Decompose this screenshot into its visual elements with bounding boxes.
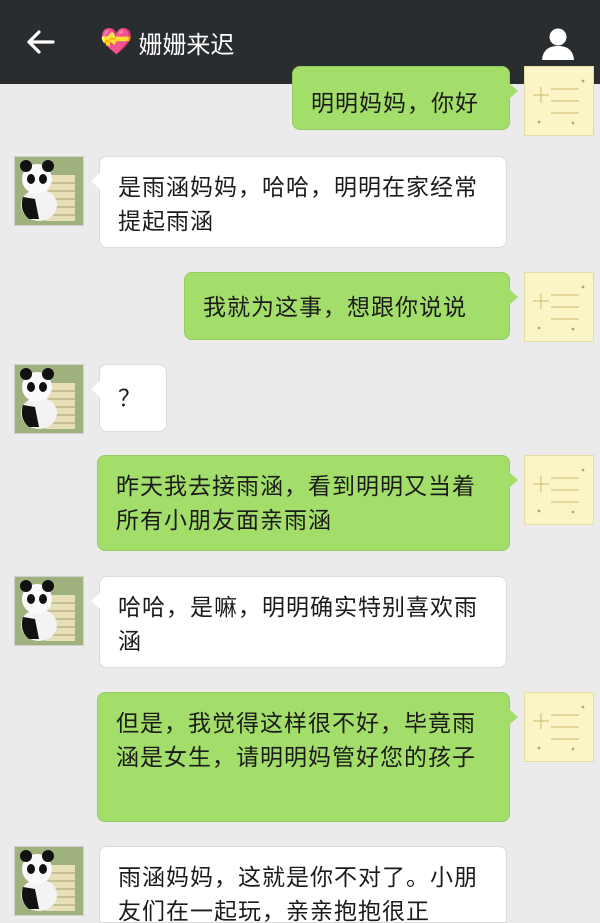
heart-gift-icon: 💝 xyxy=(100,27,133,57)
contact-avatar[interactable] xyxy=(14,364,84,434)
message-bubble-outgoing[interactable]: 但是，我觉得这样很不好，毕竟雨涵是女生，请明明妈管好您的孩子 xyxy=(97,692,518,822)
note-paper-avatar-image xyxy=(533,285,585,331)
panda-avatar-image xyxy=(20,368,75,429)
my-avatar[interactable] xyxy=(524,692,594,762)
chat-title-area: 💝 姗姗来迟 xyxy=(100,22,234,62)
note-paper-avatar-image xyxy=(533,705,585,751)
message-bubble-outgoing[interactable]: 我就为这事，想跟你说说 xyxy=(184,272,518,340)
panda-avatar-image xyxy=(20,850,75,911)
note-paper-avatar-image xyxy=(533,468,585,514)
message-bubble-incoming[interactable]: 雨涵妈妈，这就是你不对了。小朋友们在一起玩，亲亲抱抱很正 xyxy=(99,846,507,923)
contact-avatar[interactable] xyxy=(14,576,84,646)
panda-avatar-image xyxy=(20,580,75,641)
contact-avatar[interactable] xyxy=(14,156,84,226)
profile-icon[interactable] xyxy=(538,24,578,64)
my-avatar[interactable] xyxy=(524,66,594,136)
message-bubble-incoming[interactable]: ？ xyxy=(91,364,167,432)
my-avatar[interactable] xyxy=(524,455,594,525)
contact-avatar[interactable] xyxy=(14,846,84,916)
message-bubble-incoming[interactable]: 是雨涵妈妈，哈哈，明明在家经常提起雨涵 xyxy=(91,156,507,248)
message-bubble-outgoing[interactable]: 昨天我去接雨涵，看到明明又当着所有小朋友面亲雨涵 xyxy=(97,455,518,551)
message-bubble-incoming[interactable]: 哈哈，是嘛，明明确实特别喜欢雨涵 xyxy=(91,576,507,668)
chat-title: 姗姗来迟 xyxy=(138,30,235,59)
note-paper-avatar-image xyxy=(533,79,585,125)
my-avatar[interactable] xyxy=(524,272,594,342)
panda-avatar-image xyxy=(20,160,75,221)
message-bubble-outgoing[interactable]: 明明妈妈，你好 xyxy=(292,66,518,130)
back-arrow-icon[interactable] xyxy=(20,22,60,62)
